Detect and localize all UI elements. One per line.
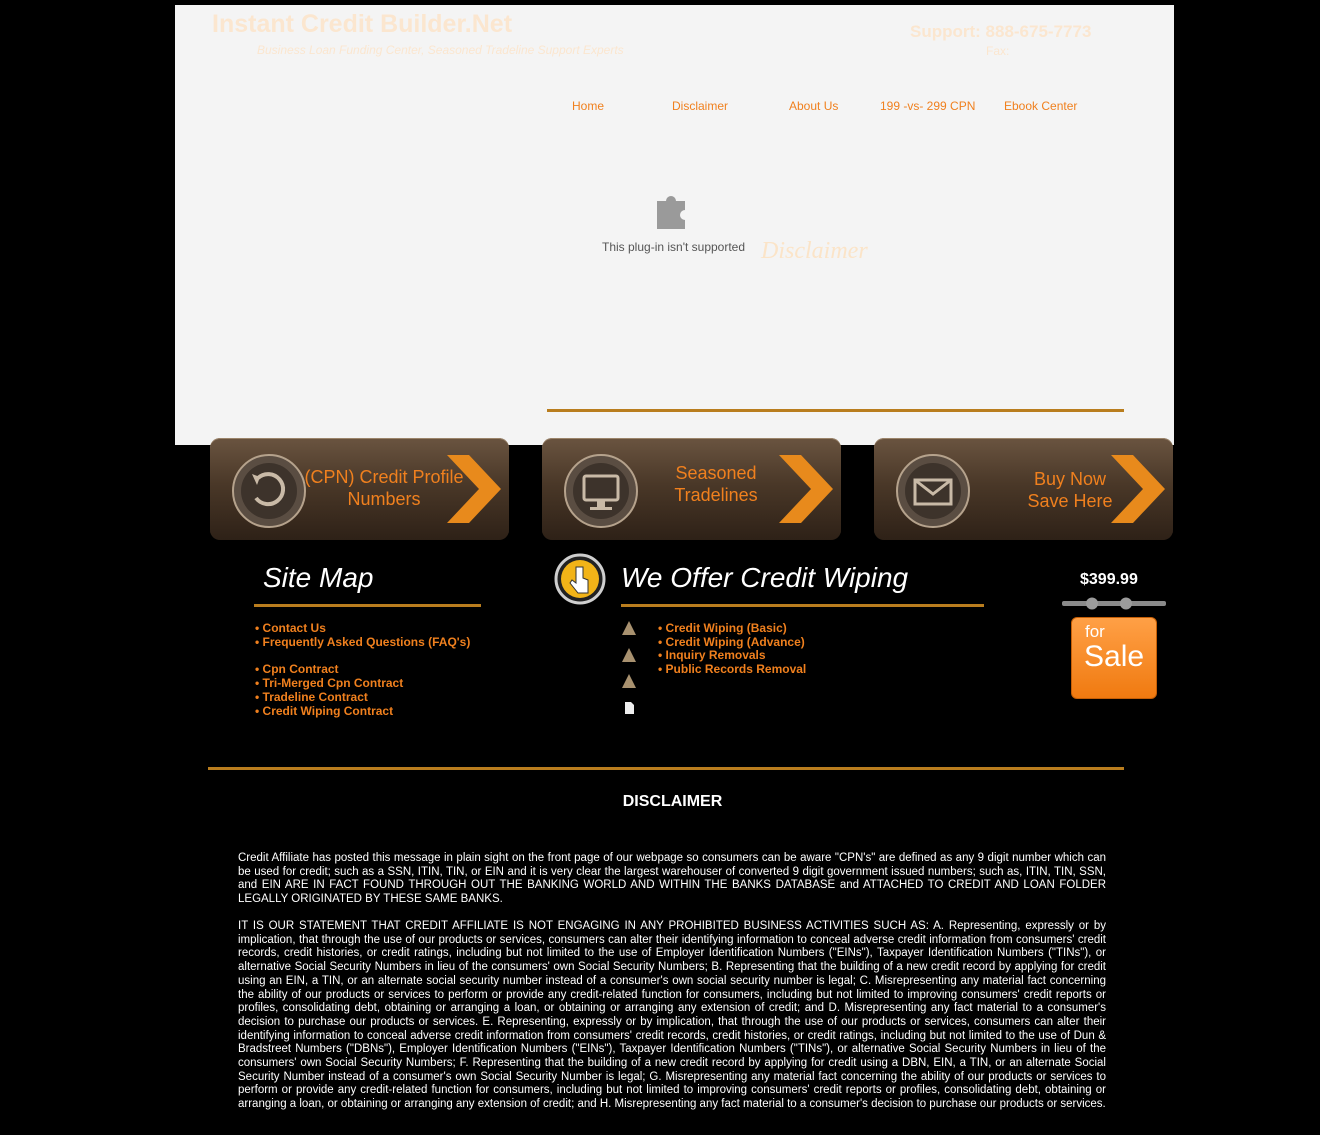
nav-cpn-compare[interactable]: 199 -vs- 299 CPN [880, 99, 975, 113]
offer-title: We Offer Credit Wiping [621, 562, 909, 593]
plugin-unsupported-message: This plug-in isn't supported [602, 240, 746, 254]
monitor-icon [564, 454, 638, 528]
cpn-banner-button[interactable]: (CPN) Credit Profile Numbers [210, 438, 509, 540]
chevron-right-icon [447, 455, 501, 523]
link-inquiry-removals[interactable]: • Inquiry Removals [658, 648, 766, 662]
disclaimer-heading: DISCLAIMER [622, 793, 723, 810]
faded-disclaimer-title: Disclaimer [761, 238, 868, 264]
disclaimer-paragraph-2: IT IS OUR STATEMENT THAT CREDIT AFFILIAT… [238, 920, 1106, 1111]
fax-label: Fax: [986, 44, 1010, 58]
chevron-right-icon [1111, 455, 1165, 523]
sale-label: Sale [1084, 640, 1145, 673]
hanging-bar-icon [1062, 597, 1166, 610]
offer-underline [621, 604, 984, 607]
site-brand[interactable]: Instant Credit Builder.Net [212, 10, 512, 39]
sitemap-title: Site Map [263, 562, 374, 593]
envelope-icon [896, 454, 970, 528]
link-credit-wiping-advance[interactable]: • Credit Wiping (Advance) [658, 635, 805, 649]
nav-disclaimer[interactable]: Disclaimer [672, 99, 728, 113]
for-sale-badge[interactable]: for Sale [1071, 617, 1157, 699]
site-tagline: Business Loan Funding Center, Seasoned T… [257, 43, 624, 57]
nav-home[interactable]: Home [572, 99, 604, 113]
link-cpn-contract[interactable]: • Cpn Contract [255, 662, 339, 676]
link-credit-wiping-contract[interactable]: • Credit Wiping Contract [255, 704, 393, 718]
buy-now-banner-button[interactable]: Buy Now Save Here [874, 438, 1173, 540]
link-public-records-removal[interactable]: • Public Records Removal [658, 662, 806, 676]
link-tradeline-contract[interactable]: • Tradeline Contract [255, 690, 368, 704]
header-divider [547, 409, 1124, 412]
pyramid-icon [622, 674, 636, 688]
link-contact-us[interactable]: • Contact Us [255, 621, 326, 635]
sitemap-underline [254, 604, 481, 607]
sale-for-label: for [1085, 622, 1105, 641]
document-icon [625, 702, 634, 714]
header-panel: Instant Credit Builder.Net Business Loan… [175, 5, 1174, 445]
pyramid-icon [622, 621, 636, 635]
nav-about-us[interactable]: About Us [789, 99, 838, 113]
link-faq[interactable]: • Frequently Asked Questions (FAQ's) [255, 635, 470, 649]
link-credit-wiping-basic[interactable]: • Credit Wiping (Basic) [658, 621, 787, 635]
link-tri-merged-cpn-contract[interactable]: • Tri-Merged Cpn Contract [255, 676, 403, 690]
refresh-icon [232, 454, 306, 528]
content-divider [208, 767, 1124, 770]
tradelines-banner-button[interactable]: Seasoned Tradelines [542, 438, 841, 540]
chevron-right-icon [779, 455, 833, 523]
pointing-hand-icon [554, 553, 606, 605]
puzzle-piece-icon [657, 195, 685, 229]
sale-price: $399.99 [1080, 571, 1138, 588]
pyramid-icon [622, 648, 636, 662]
nav-ebook-center[interactable]: Ebook Center [1004, 99, 1077, 113]
support-phone: Support: 888-675-7773 [910, 22, 1092, 41]
disclaimer-paragraph-1: Credit Affiliate has posted this message… [238, 852, 1106, 906]
